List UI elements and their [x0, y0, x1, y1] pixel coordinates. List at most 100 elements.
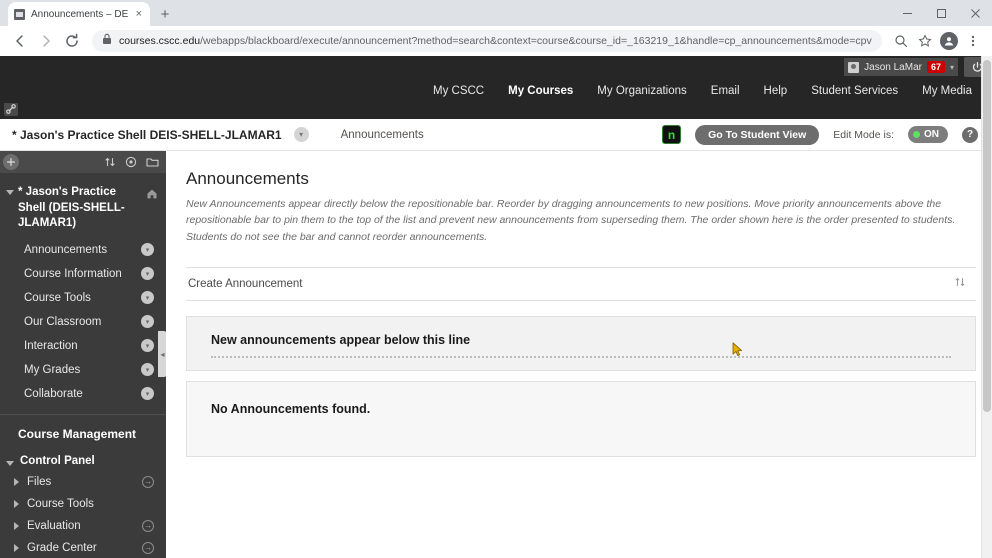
- sidebar-item-label: Course Tools: [24, 291, 91, 304]
- arrow-right-icon[interactable]: →: [142, 519, 154, 532]
- back-button-icon[interactable]: [8, 29, 32, 53]
- close-icon[interactable]: [958, 0, 992, 26]
- chevron-down-icon[interactable]: ▾: [141, 363, 154, 377]
- address-bar-url: courses.cscc.edu/webapps/blackboard/exec…: [119, 35, 872, 47]
- main-content: Announcements New Announcements appear d…: [166, 151, 992, 558]
- sidebar-item-collaborate[interactable]: Collaborate ▾: [0, 382, 166, 406]
- sidebar-course-name: * Jason's Practice Shell (DEIS-SHELL-JLA…: [18, 186, 125, 230]
- sidebar-item-label: Evaluation: [27, 519, 81, 532]
- browser-titlebar: Announcements – DEIS-SHELL-J × +: [0, 0, 992, 26]
- sidebar-item-course-tools-cp[interactable]: Course Tools: [0, 493, 166, 515]
- avatar: [940, 31, 958, 50]
- chevron-down-icon[interactable]: ▾: [141, 387, 154, 401]
- user-avatar-icon: [848, 61, 860, 73]
- maximize-icon[interactable]: [924, 0, 958, 26]
- edit-mode-label: Edit Mode is:: [833, 128, 894, 141]
- reorder-icon[interactable]: [104, 156, 116, 168]
- global-nav-link-my-media[interactable]: My Media: [922, 85, 972, 97]
- chevron-down-icon[interactable]: ▾: [141, 339, 154, 353]
- collapse-triangle-icon[interactable]: [14, 521, 19, 530]
- announcements-list-panel: No Announcements found.: [186, 380, 976, 457]
- collapse-triangle-icon[interactable]: [14, 499, 19, 508]
- go-to-student-view-button[interactable]: Go To Student View: [695, 124, 820, 145]
- chevron-down-icon[interactable]: ▾: [141, 267, 154, 281]
- empty-state-message: No Announcements found.: [211, 401, 371, 416]
- refresh-icon[interactable]: [125, 156, 137, 168]
- new-tab-button[interactable]: +: [154, 3, 176, 25]
- sidebar-item-label: Our Classroom: [24, 315, 102, 328]
- chevron-down-icon[interactable]: ▾: [141, 243, 154, 257]
- sidebar-item-label: Interaction: [24, 339, 78, 352]
- arrow-right-icon[interactable]: →: [142, 541, 154, 554]
- global-nav-link-help[interactable]: Help: [764, 85, 788, 97]
- sidebar-item-grade-center[interactable]: Grade Center →: [0, 537, 166, 558]
- zoom-icon[interactable]: [890, 29, 912, 53]
- sidebar-item-my-grades[interactable]: My Grades ▾: [0, 358, 166, 382]
- repositionable-bar-panel[interactable]: New announcements appear below this line: [186, 315, 976, 371]
- reload-button-icon[interactable]: [60, 29, 84, 53]
- sidebar-item-label: Course Information: [24, 267, 122, 280]
- browser-tab[interactable]: Announcements – DEIS-SHELL-J ×: [8, 2, 150, 26]
- tab-close-icon[interactable]: ×: [134, 8, 144, 20]
- page-scrollbar-thumb[interactable]: [983, 60, 991, 412]
- page-viewport: Jason LaMar 67 ▾ My CSCC My Courses My O…: [0, 56, 992, 558]
- user-menu[interactable]: Jason LaMar 67 ▾: [844, 58, 958, 76]
- more-menu-icon[interactable]: [962, 29, 984, 53]
- breadcrumb: Announcements: [340, 128, 424, 141]
- chain-link-icon[interactable]: [4, 101, 18, 121]
- home-icon[interactable]: [146, 187, 158, 205]
- course-menu-toolbar: [0, 151, 166, 173]
- global-nav-link-my-organizations[interactable]: My Organizations: [597, 85, 686, 97]
- tab-favicon-icon: [14, 8, 25, 20]
- collapse-triangle-icon[interactable]: [14, 543, 19, 552]
- sidebar-item-announcements[interactable]: Announcements ▾: [0, 238, 166, 262]
- global-nav-link-my-cscc[interactable]: My CSCC: [433, 85, 484, 97]
- arrow-right-icon[interactable]: →: [142, 475, 154, 488]
- folder-icon[interactable]: [146, 156, 159, 168]
- address-bar[interactable]: courses.cscc.edu/webapps/blackboard/exec…: [92, 29, 882, 52]
- page-scrollbar[interactable]: [981, 56, 992, 558]
- tab-title: Announcements – DEIS-SHELL-J: [31, 8, 128, 20]
- window-controls: [890, 0, 992, 26]
- bookmark-star-icon[interactable]: [914, 29, 936, 53]
- action-bar: Create Announcement: [186, 266, 976, 301]
- nav-badge-icon[interactable]: n: [662, 125, 682, 144]
- url-domain: courses.cscc.edu: [119, 34, 201, 47]
- add-icon: [3, 154, 19, 170]
- chevron-down-icon[interactable]: ▾: [141, 315, 154, 329]
- course-breadcrumb-bar: * Jason's Practice Shell DEIS-SHELL-JLAM…: [0, 119, 992, 151]
- global-nav-link-student-services[interactable]: Student Services: [811, 85, 898, 97]
- sidebar-item-evaluation[interactable]: Evaluation →: [0, 515, 166, 537]
- sidebar-item-files[interactable]: Files →: [0, 471, 166, 493]
- sidebar-item-course-tools[interactable]: Course Tools ▾: [0, 286, 166, 310]
- page-body: * Jason's Practice Shell (DEIS-SHELL-JLA…: [0, 151, 992, 558]
- create-announcement-button[interactable]: Create Announcement: [188, 278, 302, 290]
- forward-button-icon[interactable]: [34, 29, 58, 53]
- sidebar-item-label: Files: [27, 475, 52, 488]
- global-nav-link-my-courses[interactable]: My Courses: [508, 85, 573, 97]
- expand-triangle-icon[interactable]: [6, 190, 14, 195]
- chevron-down-icon[interactable]: ▾: [141, 291, 154, 305]
- control-panel-items: Files → Course Tools Evaluation → Grade …: [0, 471, 166, 558]
- minimize-icon[interactable]: [890, 0, 924, 26]
- chevron-down-icon: ▾: [949, 62, 954, 72]
- page-description: New Announcements appear directly below …: [186, 198, 956, 243]
- sidebar-course-header[interactable]: * Jason's Practice Shell (DEIS-SHELL-JLA…: [0, 173, 166, 238]
- expand-triangle-icon[interactable]: [6, 460, 14, 466]
- add-menu-item-button[interactable]: [3, 154, 19, 170]
- help-button[interactable]: ?: [962, 126, 978, 143]
- sort-icon[interactable]: [954, 275, 966, 293]
- tab-strip: Announcements – DEIS-SHELL-J × +: [0, 0, 176, 26]
- edit-mode-toggle[interactable]: ON: [908, 126, 948, 143]
- global-nav-link-email[interactable]: Email: [711, 85, 740, 97]
- sidebar-item-course-information[interactable]: Course Information ▾: [0, 262, 166, 286]
- sidebar-items: Announcements ▾ Course Information ▾ Cou…: [0, 238, 166, 406]
- sidebar-item-our-classroom[interactable]: Our Classroom ▾: [0, 310, 166, 334]
- collapse-triangle-icon[interactable]: [14, 477, 19, 486]
- toggle-indicator-icon: [913, 131, 920, 138]
- toolbar-icons: [890, 29, 984, 53]
- sidebar-item-interaction[interactable]: Interaction ▾: [0, 334, 166, 358]
- course-chevron-down-icon[interactable]: ▾: [293, 127, 309, 142]
- control-panel-header[interactable]: Control Panel: [0, 451, 166, 471]
- profile-avatar-icon[interactable]: [938, 29, 960, 53]
